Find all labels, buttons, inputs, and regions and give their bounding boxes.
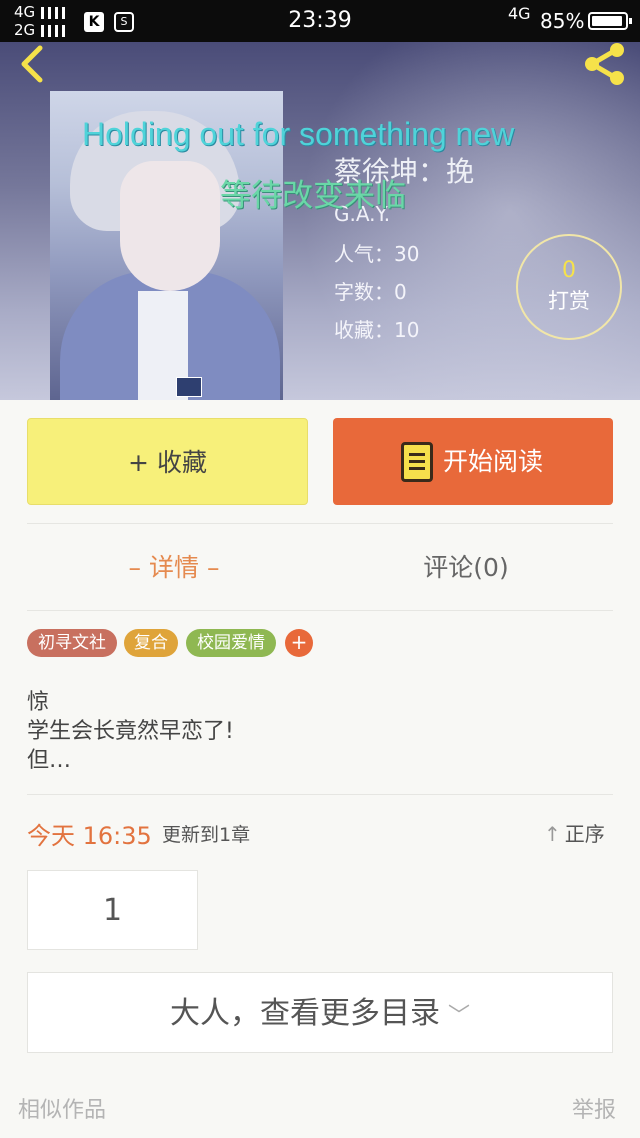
sort-order-label: 正序 (564, 822, 605, 846)
battery-icon (588, 12, 632, 30)
add-favorite-button[interactable]: + 收藏 (27, 418, 308, 505)
book-icon (401, 442, 433, 482)
divider (27, 610, 613, 611)
chevron-down-icon: ﹀ (447, 1004, 470, 1029)
tab-detail[interactable]: – 详情 – (74, 548, 274, 584)
report-button[interactable]: 举报 (572, 1092, 616, 1124)
stat-favorites: 收藏：10 (334, 318, 420, 342)
similar-works-heading: 相似作品 (18, 1098, 107, 1123)
sort-order-button[interactable]: ↑ 正序 (544, 818, 605, 847)
chapter-item[interactable]: 1 (27, 870, 198, 950)
reward-count: 0 (562, 258, 576, 283)
book-description: 惊 学生会长竟然早恋了! 但… (27, 690, 234, 773)
tab-comments[interactable]: 评论(0) (366, 548, 566, 584)
lyrics-overlay-zh: 等待改变来临 (220, 178, 406, 214)
status-bar: 4G 2G K S 23:39 4G 85% (0, 0, 640, 42)
tag-chip[interactable]: 校园爱情 (186, 629, 276, 657)
divider (27, 523, 613, 524)
lyrics-overlay-en: Holding out for something new (82, 116, 515, 152)
share-icon (585, 43, 624, 85)
book-header: 蔡徐坤：挽 G.A.Y. 人气：30 字数：0 收藏：10 0 打赏 Holdi… (0, 42, 640, 400)
more-catalog-label: 大人，查看更多目录 (169, 996, 440, 1031)
network-type-right: 4G (508, 4, 531, 23)
battery-percent: 85% (540, 9, 585, 33)
chevron-left-icon (21, 45, 43, 83)
tag-chip[interactable]: 初寻文社 (27, 629, 117, 657)
divider (27, 794, 613, 795)
arrow-up-icon: ↑ (544, 822, 561, 846)
start-reading-button[interactable]: 开始阅读 (333, 418, 613, 505)
share-button[interactable] (580, 42, 628, 86)
reward-button[interactable]: 0 打赏 (516, 234, 622, 340)
start-reading-label: 开始阅读 (443, 447, 544, 476)
reward-label: 打赏 (548, 289, 590, 313)
add-tag-button[interactable]: + (285, 629, 313, 657)
update-time: 今天 16:35 (27, 822, 152, 850)
more-catalog-button[interactable]: 大人，查看更多目录 ﹀ (27, 972, 613, 1053)
back-button[interactable] (14, 44, 54, 84)
tag-chip[interactable]: 复合 (124, 629, 178, 657)
update-status: 更新到1章 (162, 824, 251, 846)
stat-popularity: 人气：30 (334, 242, 420, 266)
stat-word-count: 字数：0 (334, 280, 407, 304)
